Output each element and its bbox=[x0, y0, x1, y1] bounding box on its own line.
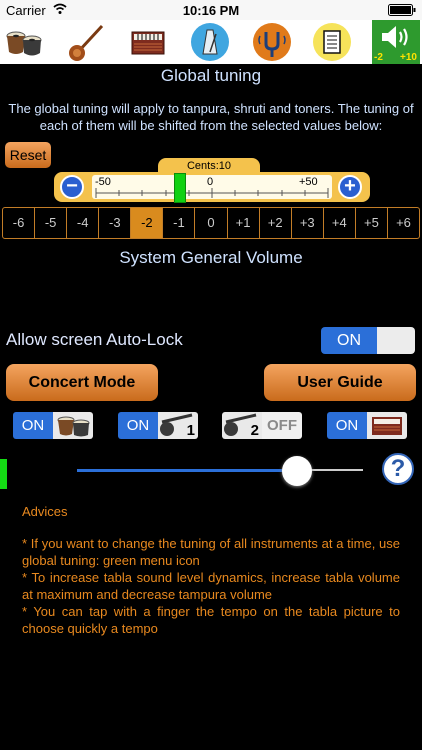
semitone-option[interactable]: -3 bbox=[99, 208, 132, 238]
harmonium-icon bbox=[367, 412, 407, 439]
tabla-icon[interactable] bbox=[4, 22, 44, 62]
scale-ticks bbox=[95, 188, 329, 198]
semitone-option[interactable]: -4 bbox=[67, 208, 100, 238]
semitone-option[interactable]: -6 bbox=[3, 208, 36, 238]
tanpura-1-state: ON bbox=[118, 412, 158, 439]
toggle-knob bbox=[377, 327, 415, 354]
concert-mode-button[interactable]: Concert Mode bbox=[6, 364, 158, 401]
volume-slider-fill[interactable] bbox=[77, 469, 296, 472]
tanpura-2-number: 2 bbox=[250, 422, 259, 439]
cents-marker[interactable] bbox=[174, 173, 186, 203]
reset-button[interactable]: Reset bbox=[5, 142, 51, 168]
semitone-selector: -6 -5 -4 -3 -2 -1 0 +1 +2 +3 +4 +5 +6 bbox=[2, 207, 420, 239]
autolock-state: ON bbox=[321, 327, 377, 354]
global-tuning-description: The global tuning will apply to tanpura,… bbox=[8, 101, 414, 133]
advices-list: * If you want to change the tuning of al… bbox=[22, 535, 400, 637]
level-indicator bbox=[0, 459, 7, 489]
metronome-icon[interactable] bbox=[190, 22, 230, 62]
scale-max-label: +50 bbox=[299, 176, 318, 188]
cents-tuner: − -50 0 +50 + bbox=[54, 172, 370, 202]
global-tuning-title: Global tuning bbox=[160, 66, 262, 85]
cents-scale[interactable]: -50 0 +50 bbox=[92, 175, 332, 199]
volume-icon bbox=[382, 26, 408, 48]
volume-minus-label: -2 bbox=[374, 52, 383, 63]
tanpura-1-number: 1 bbox=[186, 422, 195, 439]
semitone-option[interactable]: +4 bbox=[324, 208, 356, 238]
harmonium-icon[interactable] bbox=[128, 22, 168, 62]
advice-item: * You can tap with a finger the tempo on… bbox=[22, 604, 400, 636]
advice-item: * To increase tabla sound level dynamics… bbox=[22, 570, 400, 602]
help-icon[interactable]: ? bbox=[382, 453, 414, 485]
tanpura-2-icon: 2 bbox=[222, 412, 262, 439]
volume-plus-label: +10 bbox=[400, 52, 417, 63]
advice-item: * If you want to change the tuning of al… bbox=[22, 536, 400, 568]
scale-mid-label: 0 bbox=[207, 176, 214, 188]
semitone-option[interactable]: +2 bbox=[260, 208, 292, 238]
plus-icon[interactable]: + bbox=[338, 175, 362, 199]
notes-icon[interactable] bbox=[312, 22, 352, 62]
tanpura-1-toggle[interactable]: ON 1 bbox=[118, 412, 198, 439]
clock: 10:16 PM bbox=[182, 3, 240, 18]
semitone-option[interactable]: +3 bbox=[292, 208, 324, 238]
tabla-state: ON bbox=[13, 412, 53, 439]
battery-icon bbox=[388, 4, 416, 16]
semitone-option[interactable]: +6 bbox=[388, 208, 419, 238]
status-bar: Carrier 10:16 PM bbox=[0, 0, 422, 20]
tanpura-2-toggle[interactable]: 2 OFF bbox=[222, 412, 302, 439]
tabla-icon bbox=[53, 412, 93, 439]
toolbar: -2 +10 bbox=[0, 20, 422, 64]
semitone-option[interactable]: +5 bbox=[356, 208, 388, 238]
advices-title: Advices bbox=[22, 504, 68, 519]
volume-button[interactable]: -2 +10 bbox=[372, 20, 420, 64]
harmonium-toggle[interactable]: ON bbox=[327, 412, 407, 439]
semitone-option[interactable]: -5 bbox=[35, 208, 68, 238]
semitone-option[interactable]: -2 bbox=[131, 208, 164, 238]
semitone-option[interactable]: +1 bbox=[228, 208, 260, 238]
tanpura-2-state: OFF bbox=[262, 412, 302, 439]
tabla-toggle[interactable]: ON bbox=[13, 412, 93, 439]
autolock-label: Allow screen Auto-Lock bbox=[6, 330, 183, 349]
harmonium-state: ON bbox=[327, 412, 367, 439]
semitone-option[interactable]: -1 bbox=[163, 208, 196, 238]
tuning-fork-icon[interactable] bbox=[252, 22, 292, 62]
user-guide-button[interactable]: User Guide bbox=[264, 364, 416, 401]
system-volume-title: System General Volume bbox=[119, 248, 303, 267]
volume-slider-knob[interactable] bbox=[282, 456, 312, 486]
scale-min-label: -50 bbox=[95, 176, 111, 188]
autolock-toggle[interactable]: ON bbox=[321, 327, 415, 354]
tanpura-1-icon: 1 bbox=[158, 412, 198, 439]
semitone-option[interactable]: 0 bbox=[195, 208, 228, 238]
sitar-icon[interactable] bbox=[66, 22, 106, 62]
minus-icon[interactable]: − bbox=[60, 175, 84, 199]
